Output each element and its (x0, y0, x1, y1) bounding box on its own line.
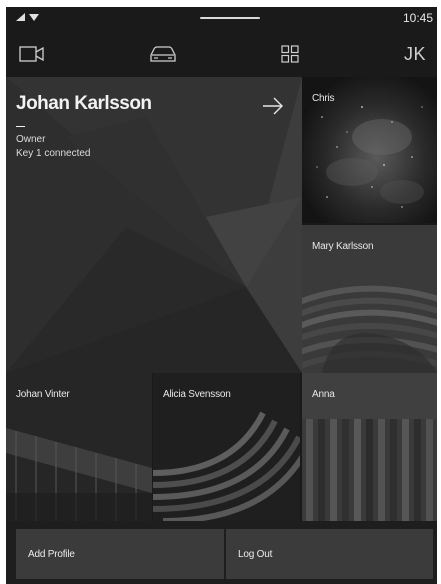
status-bar: 10:45 (6, 7, 437, 31)
profile-tile-anna[interactable]: Anna (302, 373, 437, 521)
profile-name: Anna (312, 389, 335, 400)
car-button[interactable] (140, 39, 186, 69)
divider (16, 126, 25, 127)
profile-initials-button[interactable]: JK (397, 39, 433, 69)
profile-role: Owner (16, 134, 46, 145)
camera-icon (19, 46, 44, 62)
key-status: Key 1 connected (16, 148, 91, 159)
current-profile-tile[interactable]: Johan Karlsson Owner Key 1 connected (6, 77, 302, 373)
profile-name: Johan Karlsson (16, 93, 152, 114)
add-profile-button[interactable]: Add Profile (16, 529, 224, 579)
status-handle (200, 17, 260, 19)
screen: 10:45 JK Johan Karlsson Owner Key 1 conn… (6, 7, 437, 584)
top-nav: JK (6, 31, 437, 77)
wifi-icon (29, 14, 39, 21)
geometric-background-image (6, 77, 302, 373)
profile-tile-chris[interactable]: Chris (302, 77, 437, 223)
log-out-button[interactable]: Log Out (226, 529, 433, 579)
car-icon (150, 46, 176, 62)
apps-button[interactable] (272, 39, 308, 69)
profile-name: Johan Vinter (16, 389, 70, 400)
camera-button[interactable] (12, 39, 52, 69)
profile-name: Chris (312, 93, 335, 104)
profile-name: Mary Karlsson (312, 241, 374, 252)
profile-tile-johan-vinter[interactable]: Johan Vinter (6, 373, 152, 521)
signal-icon (16, 13, 25, 21)
profile-tile-alicia-svensson[interactable]: Alicia Svensson (153, 373, 300, 521)
profile-name: Alicia Svensson (163, 389, 231, 400)
profile-tile-mary-karlsson[interactable]: Mary Karlsson (302, 225, 437, 373)
status-icons (16, 13, 39, 21)
arrow-right-icon[interactable] (262, 97, 284, 115)
action-bar: Add Profile Log Out (6, 521, 437, 584)
status-time: 10:45 (402, 11, 433, 25)
app-grid-icon (281, 45, 299, 63)
